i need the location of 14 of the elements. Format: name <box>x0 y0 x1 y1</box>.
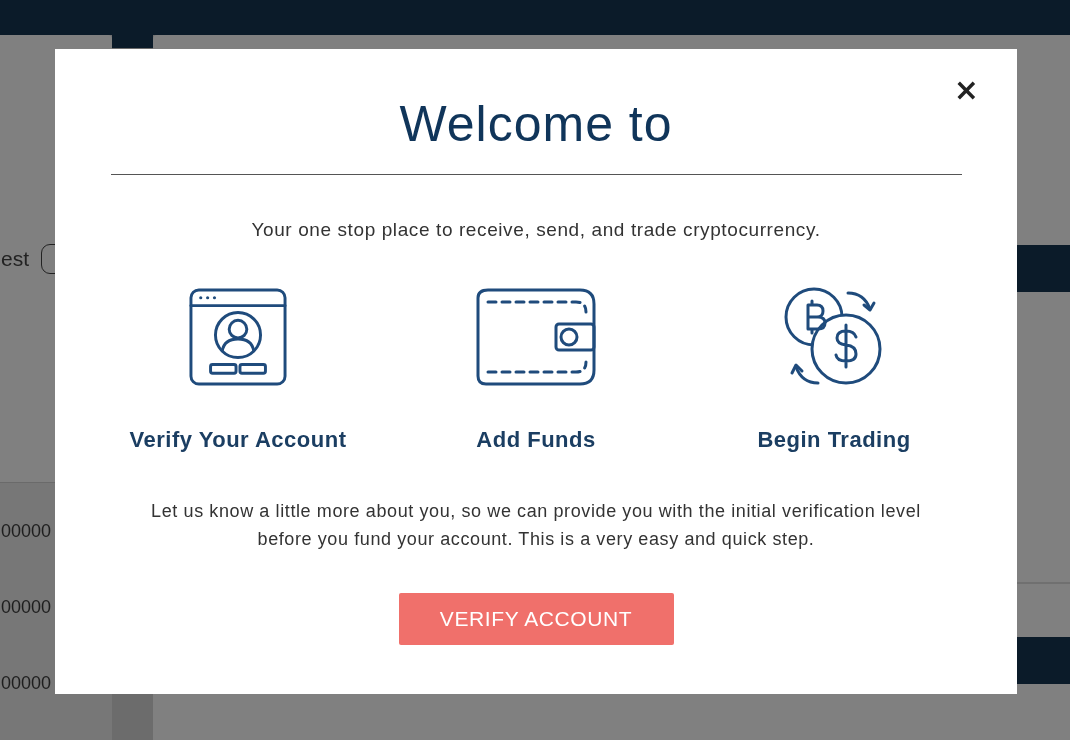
step-label: Add Funds <box>476 427 596 453</box>
step-label: Begin Trading <box>757 427 911 453</box>
dialog-title: Welcome to <box>399 95 673 154</box>
step-label: Verify Your Account <box>129 427 347 453</box>
close-button[interactable]: × <box>949 75 983 105</box>
amount-text: 00000 <box>1 520 52 543</box>
amount-text: 00000 <box>1 672 52 695</box>
coin-exchange-icon <box>784 287 884 387</box>
description-text: Let us know a little more about you, so we can provide you with the initial verification level before you fund your account. This is a very easy and quick step. <box>150 500 922 551</box>
label-text: est <box>1 247 29 271</box>
wallet-icon <box>476 288 596 386</box>
profile-window-icon <box>189 288 287 386</box>
amount-text: 00000 <box>1 596 52 619</box>
subtitle-text: Your one stop place to receive, send, and trade cryptocurrency. <box>251 218 821 242</box>
